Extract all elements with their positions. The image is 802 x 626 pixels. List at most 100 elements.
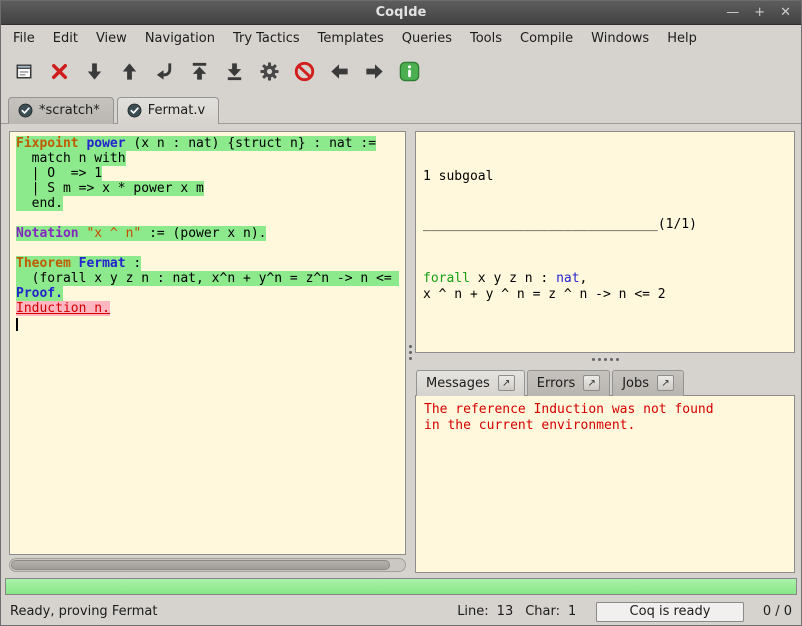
horizontal-scrollbar[interactable] <box>9 558 406 572</box>
tabbar: *scratch* Fermat.v <box>1 90 801 124</box>
new-buffer-button[interactable] <box>9 56 39 86</box>
new-window-icon <box>13 60 36 83</box>
code-highlight: Induction n. <box>16 301 110 316</box>
tab-errors[interactable]: Errors ↗ <box>527 370 610 396</box>
code-highlight: Fixpoint power (x n : nat) {struct n} : … <box>16 136 376 151</box>
tab-messages[interactable]: Messages ↗ <box>416 370 525 396</box>
main-area: Fixpoint power (x n : nat) {struct n} : … <box>1 124 801 575</box>
minimize-button[interactable]: — <box>726 6 739 19</box>
tab-label: *scratch* <box>39 103 100 118</box>
code-line: end. <box>16 196 399 211</box>
menu-item-navigation[interactable]: Navigation <box>136 25 224 52</box>
restart-button[interactable] <box>184 56 214 86</box>
next-button[interactable] <box>359 56 389 86</box>
go-to-end-button[interactable] <box>219 56 249 86</box>
menu-item-help[interactable]: Help <box>658 25 706 52</box>
go-to-cursor-button[interactable] <box>149 56 179 86</box>
menu-item-templates[interactable]: Templates <box>309 25 393 52</box>
gear-icon <box>258 60 281 83</box>
message-line: in the current environment. <box>424 418 786 434</box>
menu-item-try-tactics[interactable]: Try Tactics <box>224 25 309 52</box>
popout-button[interactable]: ↗ <box>498 375 515 391</box>
menubar: FileEditViewNavigationTry TacticsTemplat… <box>1 25 801 52</box>
right-pane: 1 subgoal ______________________________… <box>415 131 795 573</box>
status-message: Ready, proving Fermat <box>10 604 445 619</box>
maximize-button[interactable]: + <box>754 6 765 19</box>
menu-item-view[interactable]: View <box>87 25 136 52</box>
progress-bar <box>5 578 797 595</box>
no-entry-icon <box>293 60 316 83</box>
text-caret <box>16 318 18 331</box>
about-button[interactable] <box>394 56 424 86</box>
arrow-to-bottom-icon <box>223 60 246 83</box>
menu-item-windows[interactable]: Windows <box>582 25 658 52</box>
messages-view: The reference Induction was not foundin … <box>415 395 795 573</box>
backward-one-command-button[interactable] <box>114 56 144 86</box>
code-line: Proof. <box>16 286 399 301</box>
code-line: Fixpoint power (x n : nat) {struct n} : … <box>16 136 399 151</box>
code-highlight: Theorem Fermat : <box>16 256 141 271</box>
line-value: 13 <box>497 604 514 619</box>
popout-button[interactable]: ↗ <box>583 375 600 391</box>
popout-button[interactable]: ↗ <box>657 375 674 391</box>
progress-counter: 0 / 0 <box>756 604 792 619</box>
menu-item-compile[interactable]: Compile <box>511 25 582 52</box>
menu-item-queries[interactable]: Queries <box>393 25 461 52</box>
code-highlight: | O => 1 <box>16 166 102 181</box>
tab-check-icon <box>127 103 142 118</box>
msg-tab-label: Jobs <box>622 376 649 391</box>
red-x-icon <box>48 60 71 83</box>
horizontal-splitter[interactable] <box>415 353 795 365</box>
msg-tab-label: Errors <box>537 376 575 391</box>
code-highlight: Notation "x ^ n" := (power x n). <box>16 226 266 241</box>
progress-fill <box>6 579 796 594</box>
code-editor[interactable]: Fixpoint power (x n : nat) {struct n} : … <box>9 131 406 555</box>
scrollbar-thumb[interactable] <box>11 560 390 570</box>
messages-tabbar: Messages ↗ Errors ↗ Jobs ↗ <box>415 365 795 395</box>
progress-row <box>1 575 801 598</box>
code-highlight: end. <box>16 196 63 211</box>
code-line: Induction n. <box>16 301 399 316</box>
tab-check-icon <box>18 103 33 118</box>
code-highlight: (forall x y z n : nat, x^n + y^n = z^n -… <box>16 271 399 286</box>
statusbar: Ready, proving Fermat Line: 13 Char: 1 C… <box>1 598 801 625</box>
editor-pane: Fixpoint power (x n : nat) {struct n} : … <box>9 131 406 573</box>
tab-scratch[interactable]: *scratch* <box>8 97 114 124</box>
code-line: Theorem Fermat : <box>16 256 399 271</box>
splitter-grip-icon <box>409 345 412 348</box>
coqide-window: CoqIde — + ✕ FileEditViewNavigationTry Tac… <box>0 0 802 626</box>
goto-cursor-icon <box>153 60 176 83</box>
char-value: 1 <box>568 604 584 619</box>
interrupt-button[interactable] <box>289 56 319 86</box>
fully-check-button[interactable] <box>254 56 284 86</box>
arrow-to-top-icon <box>188 60 211 83</box>
previous-button[interactable] <box>324 56 354 86</box>
titlebar[interactable]: CoqIde — + ✕ <box>1 1 801 25</box>
code-line <box>16 211 399 226</box>
window-title: CoqIde <box>376 5 427 20</box>
goal-line: x ^ n + y ^ n = z ^ n -> n <= 2 <box>423 287 787 303</box>
menu-item-tools[interactable]: Tools <box>461 25 511 52</box>
message-line: The reference Induction was not found <box>424 402 786 418</box>
vertical-splitter[interactable] <box>406 131 415 573</box>
forward-one-command-button[interactable] <box>79 56 109 86</box>
toolbar <box>1 52 801 90</box>
close-buffer-button[interactable] <box>44 56 74 86</box>
goal-counter: (1/1) <box>658 217 697 232</box>
menu-item-edit[interactable]: Edit <box>44 25 87 52</box>
tab-fermat.v[interactable]: Fermat.v <box>117 97 219 124</box>
code-line <box>16 241 399 256</box>
close-button[interactable]: ✕ <box>780 6 791 19</box>
arrow-up-icon <box>118 60 141 83</box>
menu-item-file[interactable]: File <box>4 25 44 52</box>
goal-lines: forall x y z n : nat,x ^ n + y ^ n = z ^… <box>423 271 787 303</box>
code-line: Notation "x ^ n" := (power x n). <box>16 226 399 241</box>
coq-status-box: Coq is ready <box>596 602 744 622</box>
code-line: (forall x y z n : nat, x^n + y^n = z^n -… <box>16 271 399 286</box>
code-line: | S m => x * power x m <box>16 181 399 196</box>
info-icon <box>398 60 421 83</box>
msg-tab-label: Messages <box>426 376 490 391</box>
tab-jobs[interactable]: Jobs ↗ <box>612 370 684 396</box>
code-highlight: match n with <box>16 151 126 166</box>
splitter-grip-icon <box>604 358 607 361</box>
